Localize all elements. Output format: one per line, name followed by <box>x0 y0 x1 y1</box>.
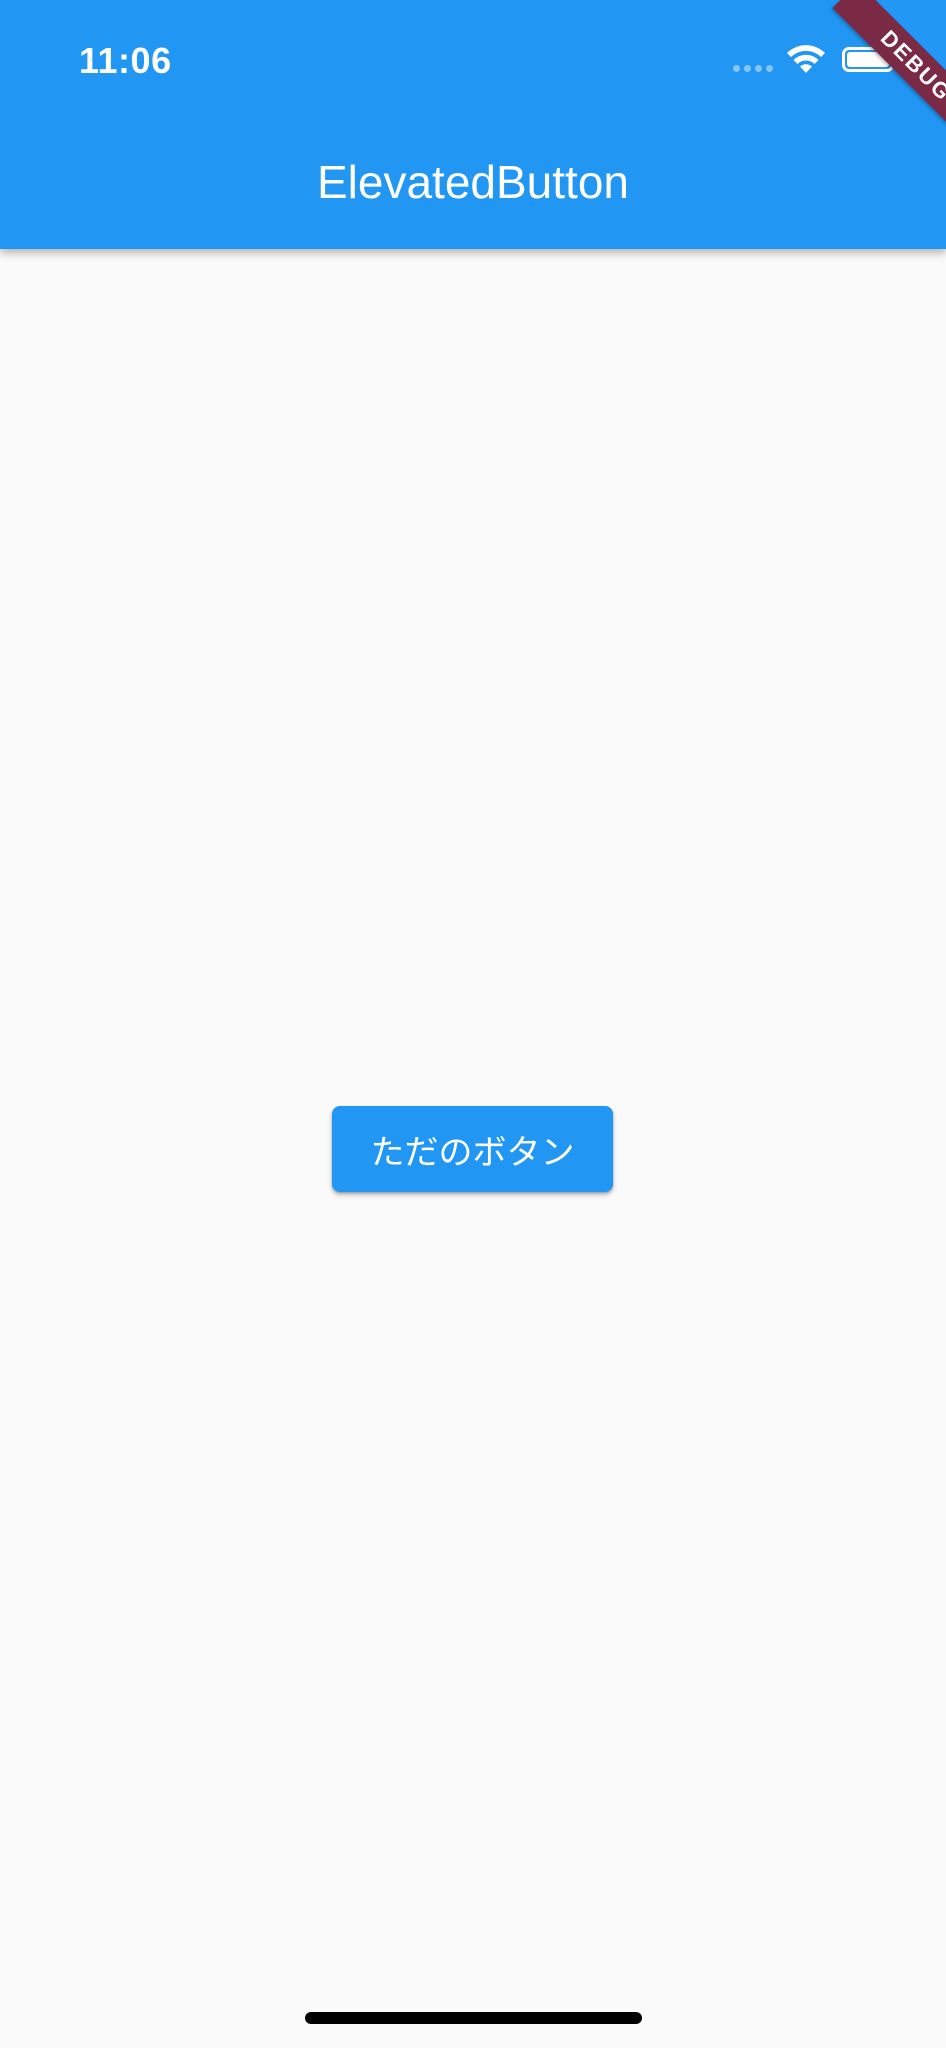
status-bar-time: 11:06 <box>79 40 172 81</box>
debug-banner-label: DEBUG <box>832 0 946 150</box>
page-title: ElevatedButton <box>316 156 629 208</box>
home-indicator[interactable] <box>305 2012 642 2024</box>
debug-banner: DEBUG <box>786 0 946 160</box>
cellular-signal-icon <box>733 65 773 72</box>
elevated-button[interactable]: ただのボタン <box>332 1106 613 1192</box>
